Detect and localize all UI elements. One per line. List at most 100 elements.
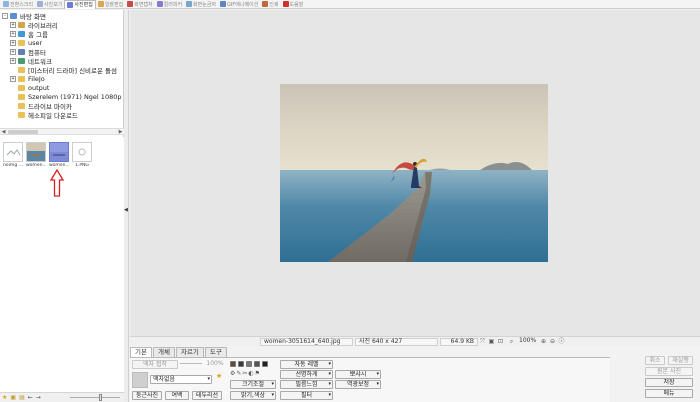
top-tab-label: 전환스크리 xyxy=(10,1,34,8)
scroll-thumb[interactable] xyxy=(8,130,38,134)
tab-tools[interactable]: 도구 xyxy=(204,347,227,357)
color-swatch[interactable] xyxy=(246,361,252,367)
top-tab[interactable]: 인쇄 xyxy=(260,0,280,9)
top-tab-icon xyxy=(37,1,44,7)
desktop-icon xyxy=(10,12,17,19)
auto-level-button[interactable]: 자동 레벨 xyxy=(280,360,333,369)
thumbnail-image xyxy=(49,142,69,162)
film-look-button[interactable]: 필름느낌 xyxy=(280,380,333,389)
actual-size-icon[interactable]: ▣ xyxy=(488,338,495,345)
top-tab[interactable]: 일괄편집 xyxy=(96,0,125,9)
scroll-right-arrow-icon[interactable]: ▶ xyxy=(117,129,124,135)
save-button[interactable]: 저장 xyxy=(645,378,693,387)
sharpen-button[interactable]: 선명하게 xyxy=(280,370,333,379)
tree-item-label: 홈 그룹 xyxy=(28,30,49,39)
color-swatch[interactable] xyxy=(254,361,260,367)
network-icon xyxy=(18,57,25,64)
round-photo-button[interactable]: 둥근사진 xyxy=(132,391,162,400)
red-arrow-annotation-icon xyxy=(50,169,64,197)
border-line-button[interactable]: 테두리선 xyxy=(192,391,222,400)
top-tab[interactable]: 화면캡처 xyxy=(125,0,154,9)
top-tab[interactable]: 사진보기 xyxy=(35,0,64,9)
favorite-star-icon[interactable]: ★ xyxy=(216,372,222,380)
tree-horizontal-scrollbar[interactable]: ◀ ▶ xyxy=(0,128,124,135)
scroll-left-arrow-icon[interactable]: ◀ xyxy=(0,129,7,135)
margin-button[interactable]: 여백 xyxy=(165,391,189,400)
top-tab[interactable]: GIF애니메이션 xyxy=(218,0,260,9)
top-tab-label: 인쇄 xyxy=(269,1,279,8)
soft-focus-button[interactable]: 뽀샤시 xyxy=(335,370,381,379)
expand-icon[interactable]: + xyxy=(10,39,16,46)
expand-icon[interactable]: + xyxy=(10,48,16,55)
frame-slider[interactable] xyxy=(180,363,202,364)
thumbnail-size-slider[interactable] xyxy=(70,397,120,398)
tree-item[interactable]: + FileJo xyxy=(10,74,45,83)
frame-percent: 100% xyxy=(206,360,224,367)
tree-item-label: FileJo xyxy=(28,74,45,83)
expand-icon[interactable]: + xyxy=(10,30,16,37)
fit-window-icon[interactable]: ⊡ xyxy=(497,338,504,345)
tree-item[interactable]: + 홈 그룹 xyxy=(10,29,49,39)
top-tab[interactable]: 화면눈금자 xyxy=(184,0,218,9)
original-photo-button[interactable]: 원본 사진 xyxy=(645,367,693,376)
thumbnail-item[interactable]: 1.PNG xyxy=(72,142,92,170)
top-tab[interactable]: 컬러피커 xyxy=(155,0,184,9)
tree-item[interactable]: 헤소피일 다운로드 xyxy=(10,110,78,120)
slider-knob[interactable] xyxy=(99,394,102,401)
thumbnail-item[interactable]: women... xyxy=(26,142,46,170)
tree-item-label: Szerelem (1971) Ngel 1080p HD xyxy=(28,92,124,101)
folder-icon xyxy=(18,111,25,118)
thumbnail-image xyxy=(26,142,46,162)
folder-icon xyxy=(18,93,25,100)
fit-screen-icon[interactable]: ⤧ xyxy=(479,338,486,345)
folder-icon xyxy=(18,84,25,91)
cancel-button[interactable]: 취소 xyxy=(645,356,665,365)
color-swatch[interactable] xyxy=(230,361,236,367)
info-icon[interactable]: ⓘ xyxy=(558,338,565,345)
folder-icon[interactable]: ▤ xyxy=(19,394,25,401)
add-folder-icon[interactable]: ▣ xyxy=(10,394,16,401)
image-viewer[interactable] xyxy=(130,10,700,336)
frame-select[interactable]: 액자없음 xyxy=(150,375,212,384)
brightness-color-button[interactable]: 밝기,색상 xyxy=(230,391,276,400)
thumbnail-item[interactable]: noimg ... xyxy=(3,142,23,170)
computer-icon xyxy=(18,48,25,55)
backlight-button[interactable]: 역광보정 xyxy=(335,380,381,389)
expand-icon[interactable]: + xyxy=(10,21,16,28)
status-dimensions: 사진 640 x 427 xyxy=(355,338,438,346)
frame-apply-button[interactable]: 액자 접착 xyxy=(132,360,178,369)
tab-basic[interactable]: 기본 xyxy=(130,347,152,357)
expand-icon[interactable]: + xyxy=(10,57,16,64)
top-tab-icon xyxy=(220,1,227,7)
top-tab-label: 화면캡처 xyxy=(134,1,153,8)
zoom-out-icon[interactable]: ⊖ xyxy=(549,338,556,345)
color-swatch[interactable] xyxy=(262,361,268,367)
back-arrow-icon[interactable]: ← xyxy=(28,394,33,401)
color-swatch[interactable] xyxy=(238,361,244,367)
tree-item[interactable]: output xyxy=(10,83,49,92)
tool-icons[interactable]: ⚙✎✂◐⚑ xyxy=(230,370,261,377)
zoom-in-icon[interactable]: ⊕ xyxy=(540,338,547,345)
expand-icon[interactable]: + xyxy=(10,75,16,82)
tree-item[interactable]: [미스터리 드라마] 신비로운 돌섬 xyxy=(10,65,117,75)
tab-object[interactable]: 개체 xyxy=(152,347,175,357)
redo-button[interactable]: 재실행 xyxy=(668,356,693,365)
tree-item-label: output xyxy=(28,83,50,92)
top-tab-label: 컬러피커 xyxy=(163,1,183,8)
thumbnail-item-selected[interactable]: women... xyxy=(49,142,69,170)
panel-splitter[interactable]: ◀ xyxy=(124,10,129,402)
folder-tree[interactable]: - 바탕 화면 + 라이브러리 + 홈 그룹 + user + 컴퓨터 + 네트워크 [미스터리 드라마… xyxy=(0,10,124,120)
star-icon[interactable]: ★ xyxy=(2,394,7,401)
top-tab[interactable]: 사진편집 xyxy=(64,0,96,9)
top-tab[interactable]: 도움말 xyxy=(281,0,306,9)
forward-arrow-icon[interactable]: → xyxy=(36,394,41,401)
collapse-icon[interactable]: - xyxy=(2,12,8,19)
tab-crop[interactable]: 자르기 xyxy=(175,347,204,357)
menu-button[interactable]: 메뉴 xyxy=(645,389,693,398)
zoom-icon[interactable]: ⌕ xyxy=(508,338,515,345)
top-tab[interactable]: 전환스크리 xyxy=(1,0,35,9)
filter-button[interactable]: 필터 xyxy=(280,391,333,400)
collapse-arrow-icon[interactable]: ◀ xyxy=(124,207,128,213)
resize-button[interactable]: 크기조절 xyxy=(230,380,276,389)
folder-icon xyxy=(18,66,25,73)
